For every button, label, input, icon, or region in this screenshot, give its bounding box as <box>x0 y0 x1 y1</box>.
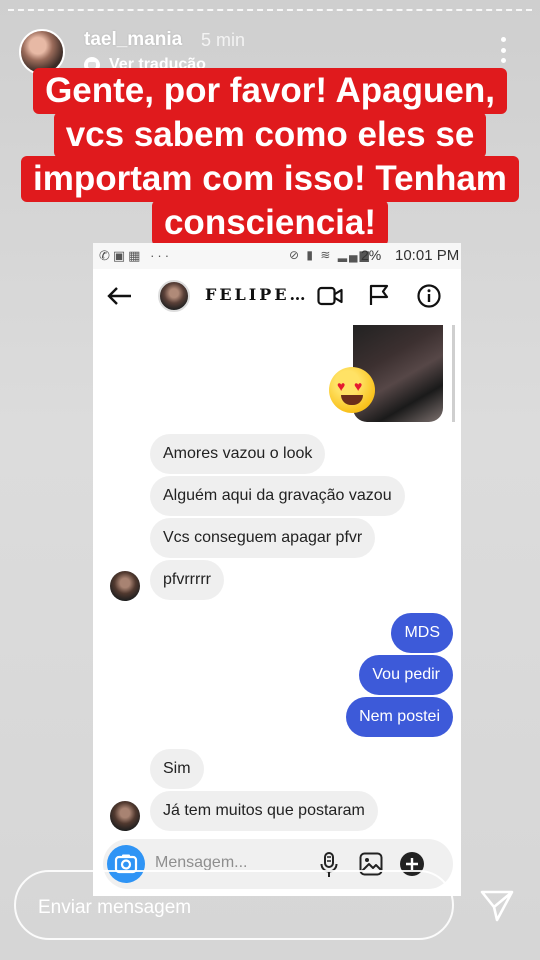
caption-line: Gente, por favor! Apaguen, <box>33 68 507 114</box>
status-time: 10:01 PM <box>395 247 460 264</box>
message-bubble-outgoing[interactable]: MDS <box>391 613 453 653</box>
story-username[interactable]: tael_mania <box>84 29 182 51</box>
message-bubble-incoming[interactable]: Vcs conseguem apagar pfvr <box>150 518 376 558</box>
contact-avatar[interactable] <box>158 280 190 312</box>
sender-avatar[interactable] <box>110 801 140 831</box>
story-time-ago: 5 min <box>201 30 246 50</box>
message-bubble-incoming[interactable]: pfvrrrrr <box>150 560 224 600</box>
chat-header: FELIPE… <box>93 269 461 321</box>
message-bubble-incoming[interactable]: Já tem muitos que postaram <box>150 791 378 831</box>
message-bubble-incoming[interactable]: Alguém aqui da gravação vazou <box>150 476 405 516</box>
send-message-placeholder: Enviar mensagem <box>38 897 192 918</box>
info-icon[interactable] <box>417 284 441 308</box>
notification-icons: ✆▣▦ ··· <box>99 248 173 263</box>
battery-level: 2% <box>361 247 382 263</box>
message-bubble-outgoing[interactable]: Vou pedir <box>359 655 453 695</box>
status-bar: ✆▣▦ ··· ⊘ ▮ ≋ ▂▄▆ 2% 10:01 PM <box>93 243 461 269</box>
story-caption: Gente, por favor! Apaguen, vcs sabem com… <box>0 68 540 246</box>
contact-name[interactable]: FELIPE… <box>205 285 309 304</box>
scrollbar <box>452 325 455 422</box>
signal-icons: ⊘ ▮ ≋ ▂▄▆ <box>289 248 371 262</box>
caption-line: consciencia! <box>151 200 389 246</box>
embedded-chat-screenshot: ✆▣▦ ··· ⊘ ▮ ≋ ▂▄▆ 2% 10:01 PM FELIPE… ♥ … <box>93 243 461 896</box>
sender-avatar[interactable] <box>110 571 140 601</box>
flag-icon[interactable] <box>369 284 389 306</box>
caption-line: importam com isso! Tenham <box>21 156 519 202</box>
send-message-field[interactable]: Enviar mensagem <box>14 870 454 940</box>
back-arrow-icon[interactable] <box>107 286 133 306</box>
caption-line: vcs sabem como eles se <box>53 112 487 158</box>
message-bubble-outgoing[interactable]: Nem postei <box>346 697 453 737</box>
more-options-icon[interactable] <box>497 37 509 63</box>
video-call-icon[interactable] <box>317 286 343 306</box>
heart-eyes-emoji-icon: ♥ ♥ <box>329 367 375 413</box>
story-progress-bar <box>8 9 532 11</box>
message-bubble-incoming[interactable]: Amores vazou o look <box>150 434 326 474</box>
send-icon[interactable] <box>480 889 514 923</box>
message-bubble-incoming[interactable]: Sim <box>150 749 204 789</box>
